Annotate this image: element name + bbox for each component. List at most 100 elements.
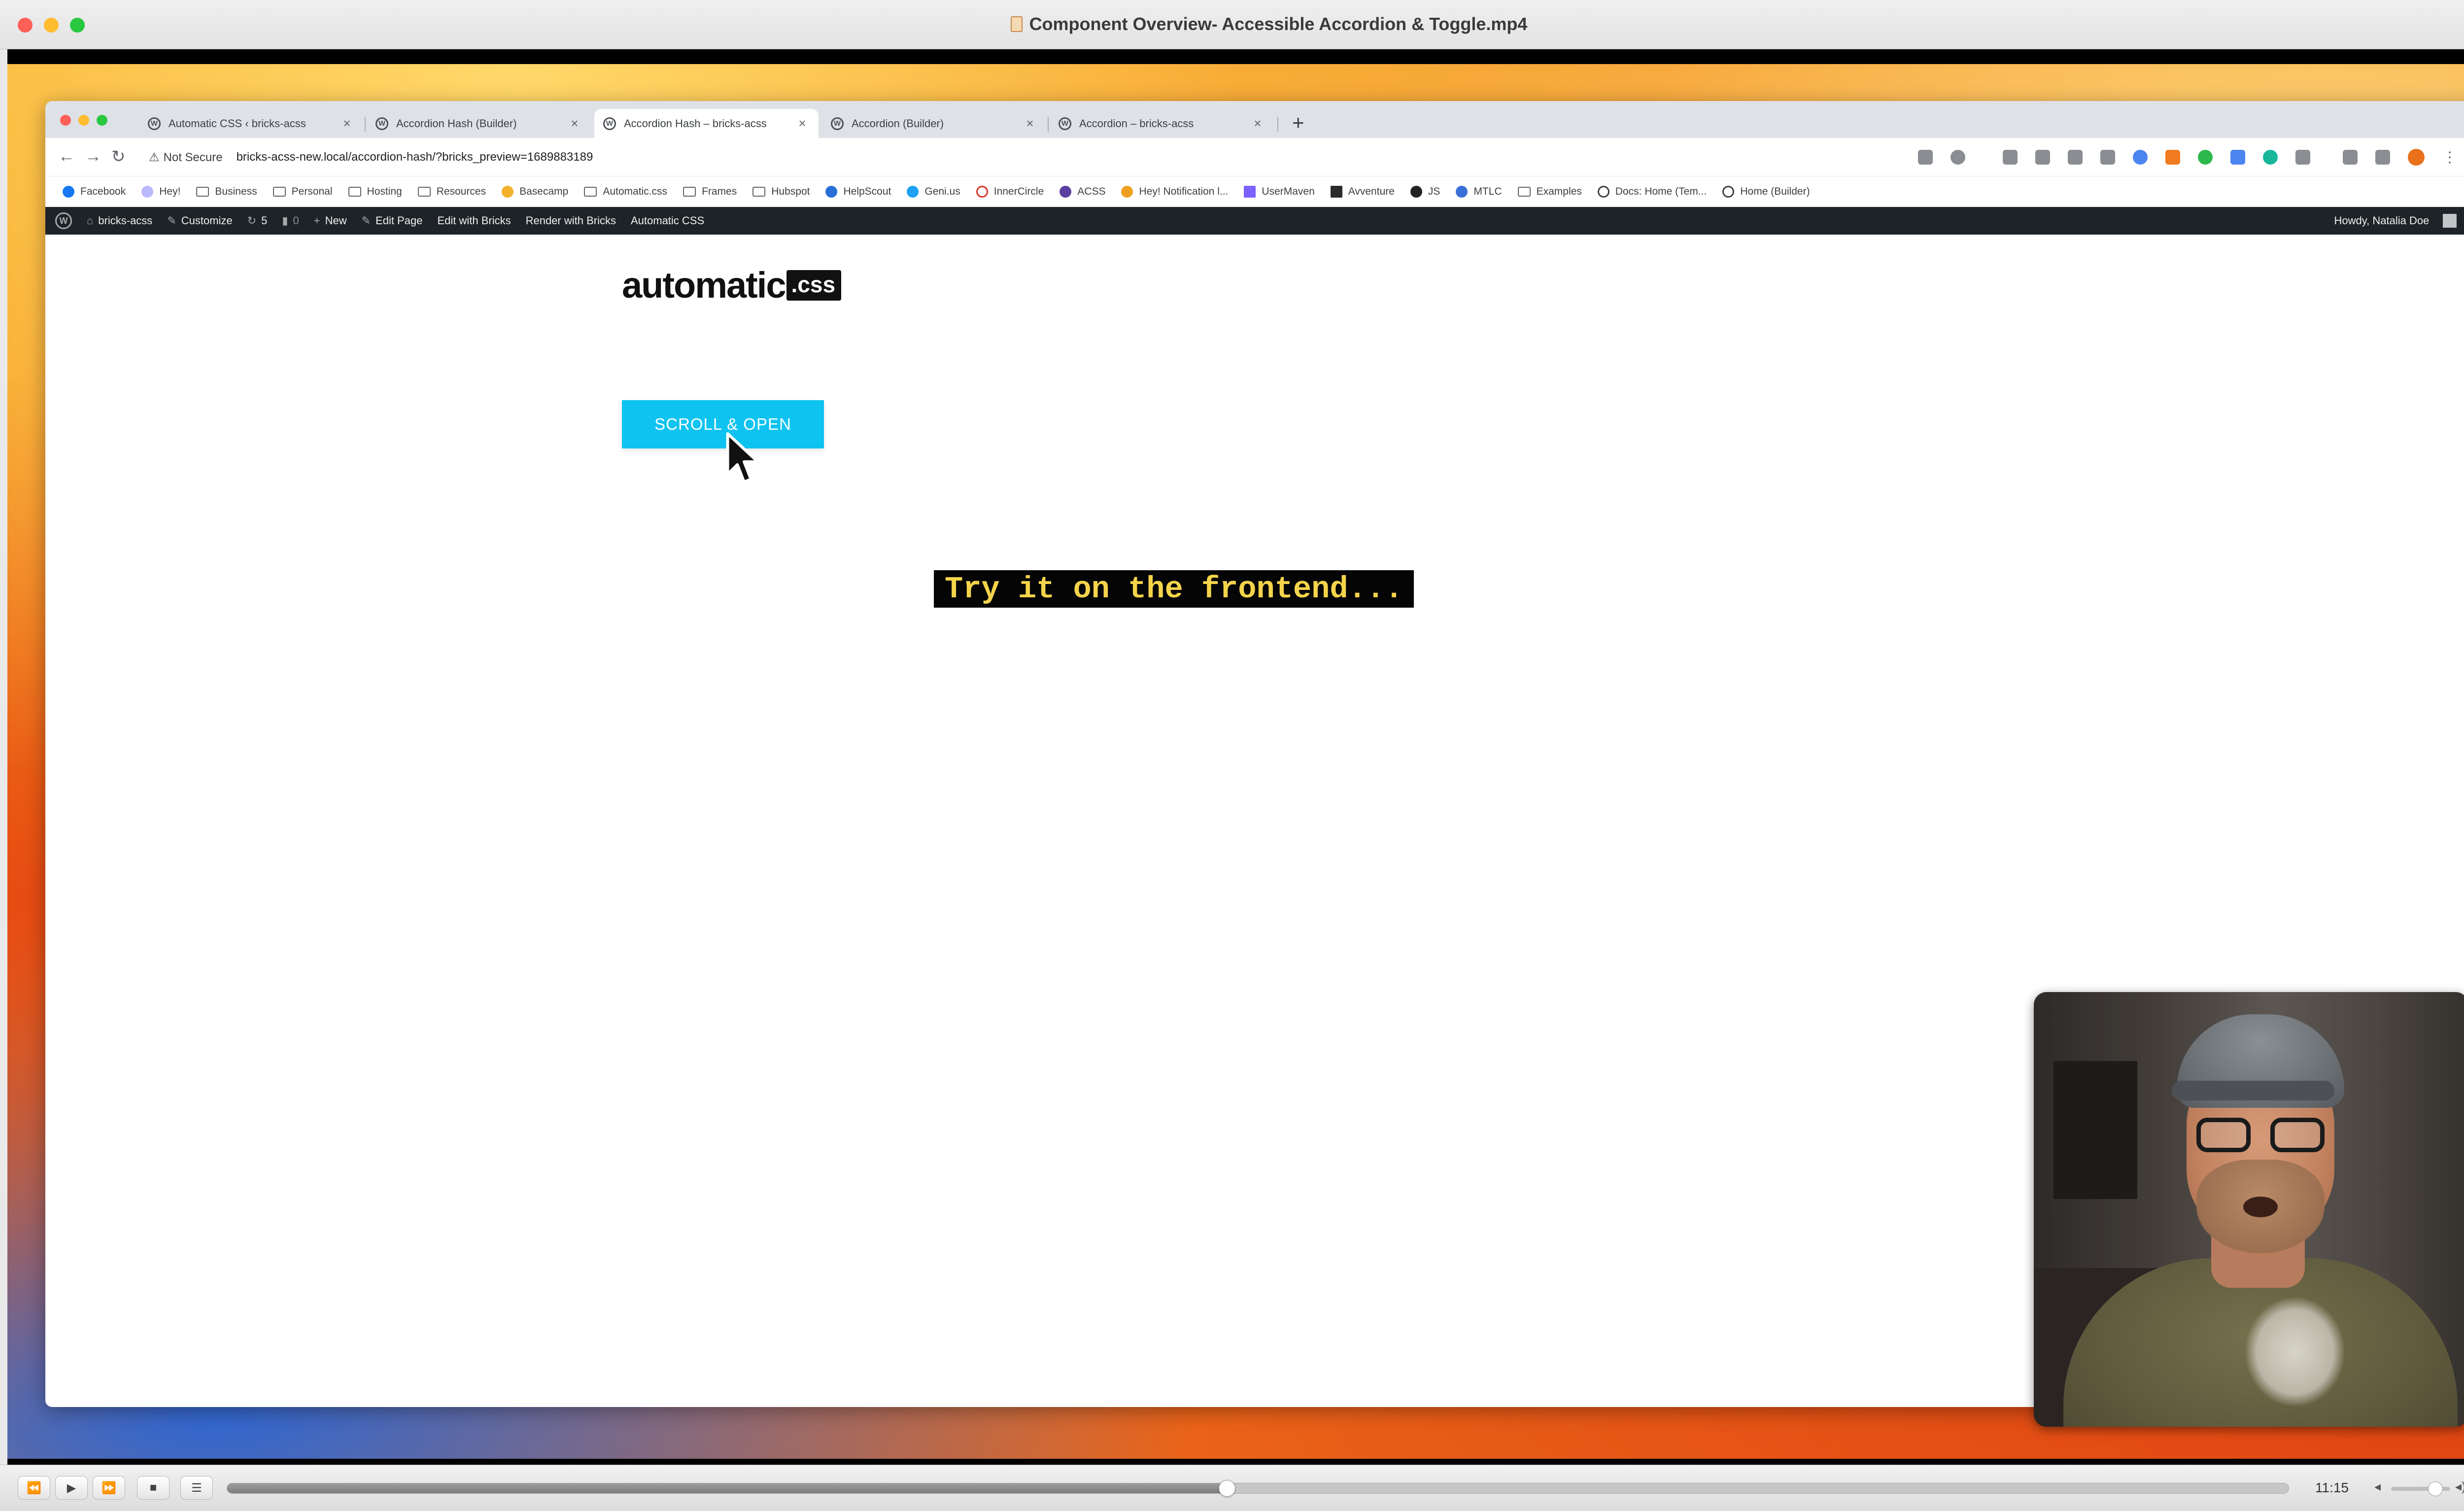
site-logo[interactable]: automatic .css (622, 264, 842, 306)
bookmark-item[interactable]: ACSS (1060, 185, 1105, 198)
presenter-cap-brim (2172, 1081, 2334, 1100)
extension-icon[interactable] (2003, 150, 2018, 165)
tab-close-icon[interactable]: × (1023, 116, 1037, 131)
admin-bar-account[interactable]: Howdy, Natalia Doe ⌕ (2334, 207, 2464, 235)
extension-icon[interactable] (2230, 150, 2245, 165)
share-icon[interactable] (1918, 150, 1933, 165)
fast-forward-button[interactable]: ⏩ (93, 1476, 125, 1500)
scroll-and-open-button[interactable]: SCROLL & OPEN (622, 400, 824, 448)
bookmark-item[interactable]: Hey! (141, 185, 180, 198)
tab-close-icon[interactable]: × (567, 116, 582, 131)
bookmark-item[interactable]: MTLC (1456, 185, 1502, 198)
bookmark-item[interactable]: HelpScout (825, 185, 891, 198)
admin-bar-new[interactable]: + New (314, 214, 347, 227)
browser-close-button[interactable] (60, 115, 71, 126)
tab-close-icon[interactable]: × (1250, 116, 1265, 131)
volume-knob[interactable] (2428, 1481, 2443, 1496)
bookmark-item[interactable]: UserMaven (1244, 185, 1315, 198)
extension-icon[interactable] (2035, 150, 2050, 165)
reading-list-icon[interactable] (2343, 150, 2358, 165)
bookmark-item[interactable]: InnerCircle (976, 185, 1044, 198)
folder-icon (196, 186, 209, 197)
bookmark-folder[interactable]: Examples (1517, 185, 1582, 198)
stop-button[interactable]: ■ (137, 1476, 170, 1500)
admin-bar-updates[interactable]: ↻ 5 (247, 214, 268, 227)
security-indicator[interactable]: ⚠ Not Secure (149, 150, 223, 165)
tab-accordion-bricks-acss[interactable]: W Accordion – bricks-acss × (1050, 109, 1274, 138)
forward-arrow-icon[interactable]: → (85, 147, 102, 166)
volume-low-icon[interactable]: ◂ (2374, 1479, 2381, 1494)
volume-slider[interactable] (2391, 1481, 2450, 1496)
extension-icon[interactable] (2133, 150, 2148, 165)
rewind-button[interactable]: ⏪ (18, 1476, 50, 1500)
bookmark-label: Hubspot (771, 185, 810, 197)
howdy-label: Howdy, Natalia Doe (2334, 214, 2430, 227)
browser-zoom-button[interactable] (97, 115, 107, 126)
progress-scrubber[interactable] (1218, 1480, 1235, 1497)
kebab-menu-icon[interactable]: ⋮ (2442, 149, 2457, 166)
profile-avatar-icon[interactable] (2408, 149, 2425, 166)
bookmark-item[interactable]: Home (Builder) (1722, 185, 1810, 198)
back-arrow-icon[interactable]: ← (58, 147, 75, 166)
url-text[interactable]: bricks-acss-new.local/accordion-hash/?br… (237, 150, 593, 164)
address-bar[interactable]: ⚠ Not Secure bricks-acss-new.local/accord… (149, 144, 1972, 171)
bookmark-folder[interactable]: Frames (683, 186, 737, 198)
admin-bar-render-with-bricks[interactable]: Render with Bricks (526, 214, 616, 227)
bookmark-item[interactable]: Facebook (63, 185, 126, 198)
extension-icon[interactable] (2165, 150, 2180, 165)
tab-accordion-builder[interactable]: W Accordion (Builder) × (822, 109, 1046, 138)
side-panel-icon[interactable] (2375, 150, 2390, 165)
folder-icon (273, 186, 286, 197)
extension-icon[interactable] (2198, 150, 2213, 165)
browser-minimize-button[interactable] (78, 115, 89, 126)
glasses-lens-left (2196, 1118, 2251, 1152)
bookmark-label: Examples (1536, 185, 1582, 197)
tab-automatic-css[interactable]: W Automatic CSS ‹ bricks-acss × (139, 109, 363, 138)
admin-bar-site[interactable]: ⌂ bricks-acss (87, 214, 152, 227)
bookmark-folder[interactable]: Hosting (348, 186, 402, 198)
admin-bar-customize[interactable]: ✎ Customize (167, 214, 232, 227)
tab-close-icon[interactable]: × (340, 116, 354, 131)
bookmark-item[interactable]: Geni.us (907, 185, 960, 198)
extension-icon[interactable] (2100, 150, 2115, 165)
video-area[interactable]: W Automatic CSS ‹ bricks-acss × W Accord… (7, 49, 2464, 1465)
tab-accordion-hash-builder[interactable]: W Accordion Hash (Builder) × (367, 109, 591, 138)
bookmark-item[interactable]: Basecamp (502, 185, 568, 198)
wordpress-icon: W (831, 117, 844, 130)
admin-bar-edit-with-bricks[interactable]: Edit with Bricks (437, 214, 511, 227)
updates-icon: ↻ (247, 214, 257, 227)
extension-icon[interactable] (2263, 150, 2278, 165)
comment-icon: ▮ (282, 214, 288, 227)
bookmark-label: UserMaven (1262, 185, 1315, 197)
play-button[interactable]: ▶ (55, 1476, 88, 1500)
bookmark-star-icon[interactable] (1951, 150, 1965, 165)
admin-bar-edit-page-label: Edit Page (376, 214, 423, 227)
wp-logo-menu[interactable]: W (55, 212, 72, 229)
new-tab-button[interactable]: + (1292, 111, 1304, 135)
puzzle-extensions-icon[interactable] (2295, 150, 2310, 165)
mtlc-icon (1456, 185, 1468, 198)
bookmark-folder[interactable]: Resources (417, 186, 486, 198)
video-letterbox-top (7, 49, 2464, 64)
bookmark-folder[interactable]: Personal (273, 186, 333, 198)
progress-bar[interactable] (227, 1480, 2289, 1497)
admin-bar-automatic-css[interactable]: Automatic CSS (631, 214, 704, 227)
tab-accordion-hash-active[interactable]: W Accordion Hash – bricks-acss × (594, 109, 819, 138)
bookmark-item[interactable]: JS (1410, 185, 1440, 198)
bookmark-item[interactable]: Hey! Notification l... (1121, 185, 1228, 198)
admin-bar-comments[interactable]: ▮ 0 (282, 214, 299, 227)
bookmark-folder[interactable]: Hubspot (753, 186, 810, 198)
admin-bar-edit-page[interactable]: ✎ Edit Page (362, 214, 423, 227)
bookmark-item[interactable]: Docs: Home (Tem... (1597, 185, 1707, 198)
shirt-eagle-graphic (2246, 1298, 2344, 1406)
extension-icon[interactable] (2068, 150, 2083, 165)
bookmark-folder[interactable]: Business (196, 186, 257, 198)
reload-icon[interactable]: ↻ (111, 147, 126, 167)
playlist-button[interactable]: ☰ (180, 1476, 213, 1500)
bookmark-label: Docs: Home (Tem... (1615, 185, 1707, 197)
elapsed-time: 11:15 (2315, 1480, 2349, 1495)
bookmark-item[interactable]: Avventure (1330, 185, 1395, 198)
volume-high-icon[interactable]: ◂)) (2455, 1479, 2464, 1494)
bookmark-folder[interactable]: Automatic.css (584, 186, 667, 198)
tab-close-icon[interactable]: × (795, 116, 810, 131)
